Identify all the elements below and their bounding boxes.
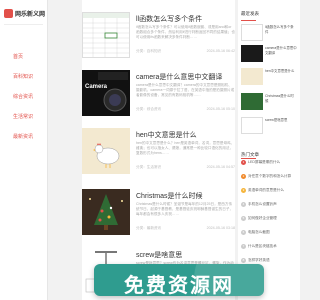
post-thumbnail-camera[interactable]: Camera [82, 70, 130, 116]
recent-post-title[interactable]: camera是什么意思中文翻译 [265, 46, 297, 60]
nav-item-latest[interactable]: 最新资讯 [0, 127, 47, 147]
hot-post-title[interactable]: 电脑怎么截图 [248, 230, 298, 240]
post-meta: 分类：百科知识 2024-05-16 06:42 [136, 49, 235, 54]
post-date: 2024-05-16 04:57 [206, 165, 235, 169]
post-title[interactable]: Christmas是什么时候 [136, 191, 235, 201]
heading-underline [241, 158, 256, 159]
hot-posts-heading: 热门文章 [241, 152, 259, 157]
recent-post-title[interactable]: Christmas是什么时候 [265, 94, 297, 108]
recent-post-item[interactable]: screw是啥意思 [241, 117, 297, 137]
christmas-tree-icon [89, 194, 123, 230]
spreadsheet-icon [83, 13, 129, 57]
right-sidebar: 最近发表 ll函数怎么写多个条件 camera是什么意思中文翻译 hen中文意思… [238, 0, 300, 300]
hot-post-item[interactable]: 6 电脑怎么截图 [241, 230, 298, 244]
hot-posts-list: 1 LED屏幕是哪的什么 2 对任意个数字的和怎么计算 3 英语单词的意思是什么 4手… [241, 160, 298, 272]
rank-badge: 3 [241, 188, 246, 193]
rank-badge: 7 [241, 244, 246, 249]
banner-text: 免费资源网 [124, 275, 234, 296]
hot-post-item[interactable]: 2 对任意个数字的和怎么计算 [241, 174, 298, 188]
rank-badge: 1 [241, 160, 246, 165]
post-excerpt: camera是什么意思中文翻译？camera的中文意思是照相机、摄影机，came… [136, 83, 235, 98]
post-category[interactable]: 分类：生活常识 [136, 165, 161, 169]
post-date: 2024-05-16 06:42 [206, 49, 235, 53]
hot-post-title[interactable]: 如何做好企业管理 [248, 216, 298, 226]
camera-label: Camera [85, 84, 108, 90]
post-item[interactable]: Christmas是什么时候 Christmas是什么时候？圣诞节是每年的12月… [82, 189, 235, 247]
post-meta: 分类：生活常识 2024-05-16 04:57 [136, 165, 235, 170]
heading-underline [241, 20, 256, 21]
post-title[interactable]: screw是啥意思 [136, 250, 235, 260]
rank-badge: 5 [241, 216, 246, 221]
post-excerpt: hen的中文意思是什么？hen是英语单词，名词，意思是母鸡、雌禽；也可以指女人、… [136, 141, 235, 156]
recent-thumbnail-camera[interactable] [241, 45, 263, 62]
post-thumbnail-hen[interactable] [82, 128, 130, 174]
recent-post-title[interactable]: screw是啥意思 [265, 118, 297, 132]
post-item[interactable]: hen中文意思是什么 hen的中文意思是什么？hen是英语单词，名词，意思是母鸡… [82, 128, 235, 186]
post-thumbnail-christmas[interactable] [82, 189, 130, 235]
recent-thumbnail-spreadsheet[interactable] [241, 24, 263, 41]
hot-post-item[interactable]: 4 手机怎么设置铃声 [241, 202, 298, 216]
post-category[interactable]: 分类：最新资讯 [136, 226, 161, 230]
site-logo[interactable]: 网乐新义网 [0, 0, 47, 20]
recent-posts-heading: 最近发表 [241, 11, 259, 16]
post-list: ll函数怎么写多个条件 if函数怎么写多个条件？可以使用if函数嵌套、或是用an… [82, 0, 235, 300]
recent-thumbnail-nail[interactable] [241, 117, 263, 134]
rank-badge: 4 [241, 202, 246, 207]
recent-post-item[interactable]: hen中文意思是什么 [241, 68, 297, 88]
post-title[interactable]: hen中文意思是什么 [136, 130, 235, 140]
logo-text: 网乐新义网 [15, 11, 46, 18]
hot-posts-header: 热门文章 [238, 146, 300, 159]
post-category[interactable]: 分类：百科知识 [136, 49, 161, 53]
post-thumbnail-spreadsheet[interactable] [82, 12, 130, 58]
post-item[interactable]: ll函数怎么写多个条件 if函数怎么写多个条件？可以使用if函数嵌套、或是用an… [82, 12, 235, 70]
free-resources-banner[interactable]: 免费资源网 [94, 264, 264, 296]
rank-badge: 6 [241, 230, 246, 235]
recent-thumbnail-christmas[interactable] [241, 93, 263, 110]
recent-post-title[interactable]: ll函数怎么写多个条件 [265, 25, 297, 39]
hot-post-item[interactable]: 1 LED屏幕是哪的什么 [241, 160, 298, 174]
hot-post-title[interactable]: LED屏幕是哪的什么 [248, 160, 298, 170]
hot-post-item[interactable]: 5 如何做好企业管理 [241, 216, 298, 230]
hot-post-item[interactable]: 3 英语单词的意思是什么 [241, 188, 298, 202]
hot-post-title[interactable]: 对任意个数字的和怎么计算 [248, 174, 298, 184]
nav-item-life-tips[interactable]: 生活常识 [0, 107, 47, 127]
nav-item-news[interactable]: 综合资讯 [0, 87, 47, 107]
post-excerpt: Christmas是什么时候？圣诞节是每年的12月25日，是西方传统节日，起源于… [136, 202, 234, 217]
nav-item-home[interactable]: 首页 [0, 47, 47, 67]
post-item[interactable]: Camera camera是什么意思中文翻译 camera是什么意思中文翻译？c… [82, 70, 235, 128]
post-excerpt: if函数怎么写多个条件？可以使用if函数嵌套、或是用and和or函数组合多个条件… [136, 25, 235, 40]
recent-thumbnail-hen[interactable] [241, 68, 263, 85]
hot-post-item[interactable]: 7 什么是区块链技术 [241, 244, 298, 258]
camera-icon [82, 70, 130, 116]
post-meta: 分类：最新资讯 2024-05-16 03:18 [136, 226, 235, 231]
left-sidebar: 网乐新义网 首页 百科知识 综合资讯 生活常识 最新资讯 [0, 0, 48, 300]
hot-post-title[interactable]: 手机怎么设置铃声 [248, 202, 298, 212]
main-nav: 首页 百科知识 综合资讯 生活常识 最新资讯 [0, 47, 47, 147]
rank-badge: 8 [241, 258, 246, 263]
post-title[interactable]: ll函数怎么写多个条件 [136, 14, 235, 24]
recent-post-item[interactable]: Christmas是什么时候 [241, 93, 297, 113]
post-category[interactable]: 分类：综合资讯 [136, 107, 161, 111]
hot-post-title[interactable]: 英语单词的意思是什么 [248, 188, 298, 198]
recent-post-item[interactable]: camera是什么意思中文翻译 [241, 45, 297, 65]
nav-item-encyclopedia[interactable]: 百科知识 [0, 67, 47, 87]
recent-post-title[interactable]: hen中文意思是什么 [265, 69, 297, 83]
recent-post-item[interactable]: ll函数怎么写多个条件 [241, 24, 297, 44]
post-date: 2024-05-16 03:18 [206, 226, 235, 230]
hot-post-title[interactable]: 什么是区块链技术 [248, 244, 298, 254]
post-date: 2024-05-16 05:10 [206, 107, 235, 111]
hen-icon [93, 143, 120, 168]
rank-badge: 2 [241, 174, 246, 179]
post-title[interactable]: camera是什么意思中文翻译 [136, 72, 235, 82]
post-meta: 分类：综合资讯 2024-05-16 05:10 [136, 107, 235, 112]
logo-divider [4, 24, 43, 25]
logo-icon [4, 8, 13, 18]
